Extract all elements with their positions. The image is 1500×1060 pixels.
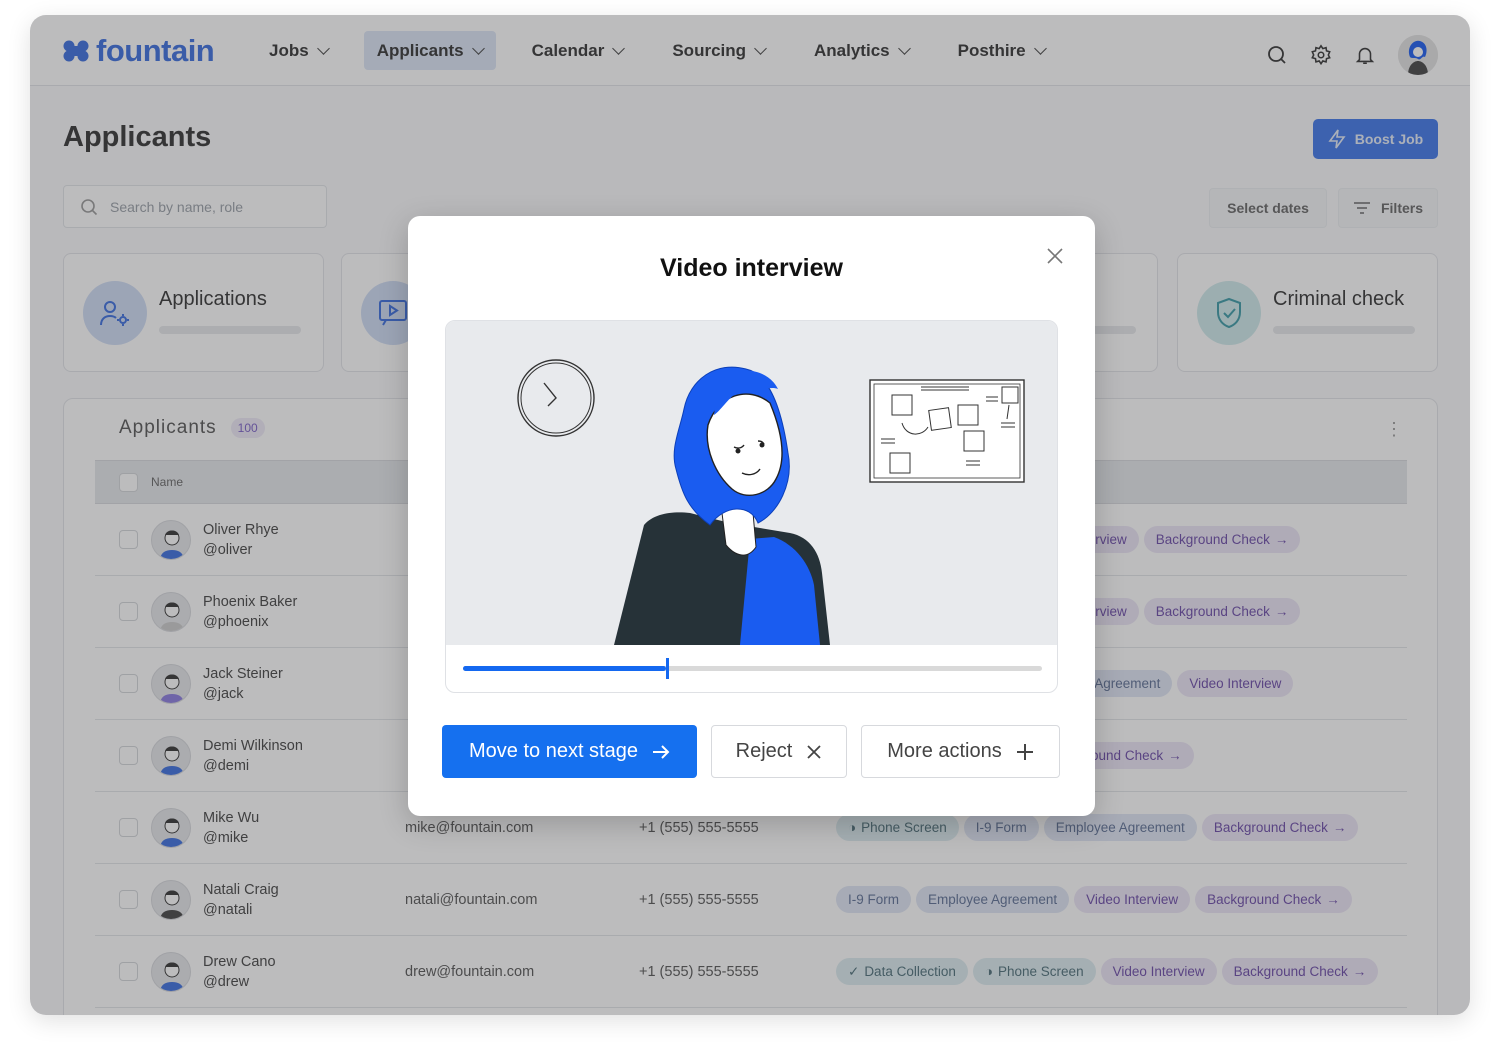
move-to-next-stage-button[interactable]: Move to next stage bbox=[442, 725, 697, 778]
progress-handle[interactable] bbox=[665, 658, 669, 679]
video-interview-modal: Video interview Move to next stage Rejec… bbox=[408, 216, 1095, 816]
interview-illustration bbox=[517, 359, 1025, 645]
video-player[interactable] bbox=[445, 320, 1058, 693]
move-next-label: Move to next stage bbox=[469, 740, 638, 762]
app-window: fountain Jobs Applicants Calendar Sourcing A… bbox=[30, 15, 1470, 1015]
reject-label: Reject bbox=[735, 740, 793, 762]
progress-fill bbox=[463, 666, 666, 671]
clock-icon bbox=[517, 359, 595, 437]
video-frame bbox=[446, 321, 1057, 645]
person-illustration bbox=[614, 366, 830, 645]
more-actions-button[interactable]: More actions bbox=[861, 725, 1060, 778]
video-progress-slider[interactable] bbox=[463, 658, 1042, 679]
plus-icon bbox=[1016, 743, 1033, 760]
more-actions-label: More actions bbox=[887, 740, 1002, 762]
pinboard-icon bbox=[869, 379, 1025, 483]
modal-title: Video interview bbox=[660, 254, 843, 282]
reject-button[interactable]: Reject bbox=[711, 725, 847, 778]
close-icon[interactable] bbox=[1045, 246, 1065, 266]
arrow-right-icon bbox=[652, 744, 670, 759]
close-icon bbox=[807, 744, 821, 759]
